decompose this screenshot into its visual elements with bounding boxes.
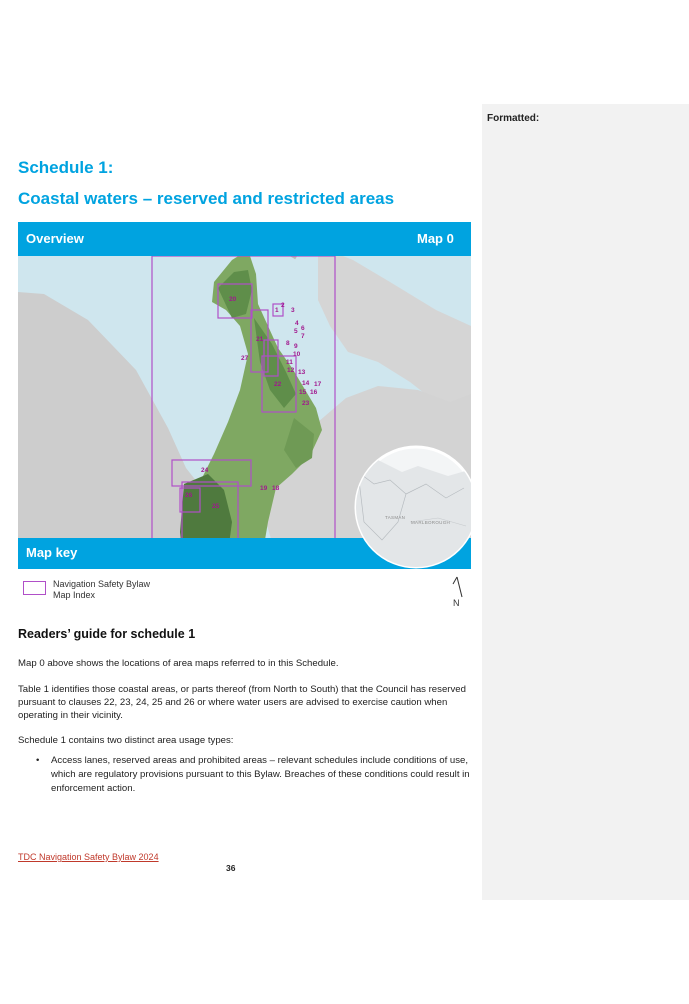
area-label-15[interactable]: 15: [299, 389, 306, 397]
guide-paragraph-3: Schedule 1 contains two distinct area us…: [18, 735, 234, 746]
bylaw-footer-link[interactable]: TDC Navigation Safety Bylaw 2024: [18, 852, 159, 862]
area-label-5[interactable]: 5: [294, 328, 298, 336]
map-header-banner: [18, 222, 471, 256]
map-key-label: Map key: [26, 545, 78, 560]
area-label-21[interactable]: 21: [256, 336, 263, 344]
bullet-marker: •: [36, 755, 40, 766]
area-label-26[interactable]: 26: [185, 492, 192, 500]
inset-label-marlborough: MARLBOROUGH: [411, 520, 451, 525]
comment-heading: Formatted:: [487, 113, 540, 124]
area-label-3[interactable]: 3: [291, 307, 295, 315]
north-arrow-icon: [452, 576, 463, 598]
area-label-10[interactable]: 10: [293, 351, 300, 359]
map-overview-label: Overview: [26, 231, 84, 246]
area-label-16[interactable]: 16: [310, 389, 317, 397]
schedule-title: Schedule 1:: [18, 158, 114, 177]
readers-guide-heading: Readers’ guide for schedule 1: [18, 627, 196, 641]
area-label-14[interactable]: 14: [302, 380, 309, 388]
area-label-22[interactable]: 22: [274, 381, 281, 389]
comments-pane: [482, 104, 689, 900]
area-label-6[interactable]: 6: [301, 325, 305, 333]
area-label-17[interactable]: 17: [314, 381, 321, 389]
page-number: 36: [226, 863, 236, 873]
area-label-27[interactable]: 27: [241, 355, 248, 363]
guide-paragraph-2: Table 1 identifies those coastal areas, …: [18, 684, 466, 721]
area-label-19[interactable]: 19: [260, 485, 267, 493]
overview-map[interactable]: Overview Map 0 Map key 20 1 2 3 4 5 6 7 …: [18, 222, 471, 569]
area-label-24[interactable]: 24: [201, 467, 208, 475]
map-index-legend-swatch: [23, 581, 46, 595]
north-label: N: [453, 598, 460, 608]
schedule-subtitle: Coastal waters – reserved and restricted…: [18, 189, 395, 208]
area-label-7[interactable]: 7: [301, 333, 305, 341]
area-label-13[interactable]: 13: [298, 369, 305, 377]
area-label-23[interactable]: 23: [302, 400, 309, 408]
legend-line-1: Navigation Safety Bylaw: [53, 579, 151, 589]
area-label-9[interactable]: 9: [294, 343, 298, 351]
guide-bullet-1: Access lanes, reserved areas and prohibi…: [51, 755, 470, 794]
guide-paragraph-1: Map 0 above shows the locations of area …: [18, 658, 339, 669]
area-label-2[interactable]: 2: [281, 302, 285, 310]
area-label-18[interactable]: 18: [272, 485, 279, 493]
area-label-12[interactable]: 12: [287, 367, 294, 375]
area-label-25[interactable]: 25: [212, 503, 219, 511]
area-label-11[interactable]: 11: [286, 359, 293, 367]
inset-locator-map: [354, 445, 471, 569]
area-label-4[interactable]: 4: [295, 320, 299, 328]
inset-label-tasman: TASMAN: [385, 515, 406, 520]
area-label-8[interactable]: 8: [286, 340, 290, 348]
area-label-1[interactable]: 1: [275, 307, 279, 315]
area-label-20[interactable]: 20: [229, 296, 236, 304]
map-number-label: Map 0: [417, 231, 454, 246]
legend-line-2: Map Index: [53, 590, 96, 600]
